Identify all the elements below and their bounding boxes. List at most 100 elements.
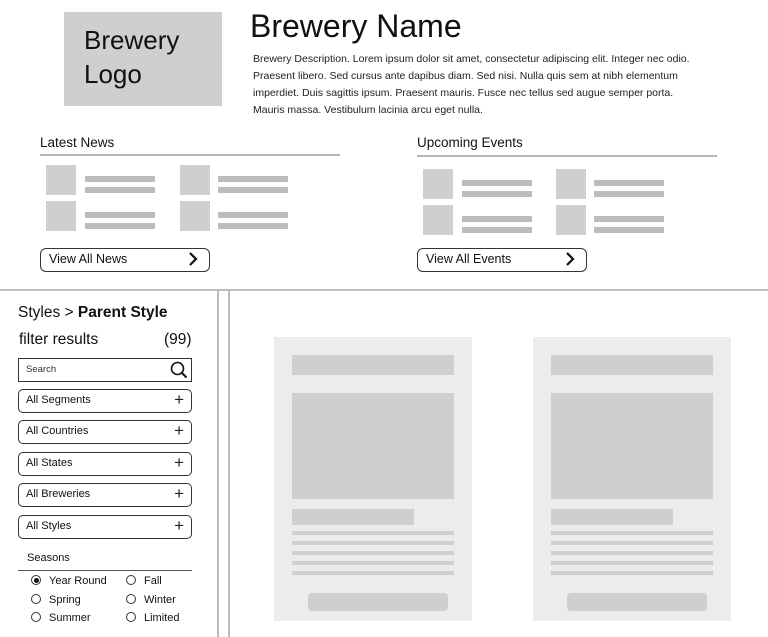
news-item[interactable] xyxy=(46,201,76,231)
card-text-line xyxy=(292,541,454,545)
event-item[interactable] xyxy=(556,169,586,199)
sidebar-divider xyxy=(217,291,219,637)
dropdown-label: All Segments xyxy=(26,394,91,406)
card-image-placeholder xyxy=(292,393,454,499)
radio-empty-icon xyxy=(31,594,41,604)
season-radio-fall[interactable]: Fall xyxy=(126,574,162,588)
chevron-right-icon xyxy=(189,252,198,266)
card-title-placeholder xyxy=(292,355,454,375)
event-text-line xyxy=(462,180,532,186)
season-label: Fall xyxy=(144,575,162,587)
news-text-line xyxy=(218,187,288,193)
card-text-line xyxy=(292,571,454,575)
event-item[interactable] xyxy=(423,169,453,199)
filter-results-label: filter results xyxy=(19,331,99,348)
season-label: Year Round xyxy=(49,575,107,587)
season-radio-spring[interactable]: Spring xyxy=(31,593,81,607)
breadcrumb: Styles > Parent Style xyxy=(18,304,168,322)
news-text-line xyxy=(85,223,155,229)
event-text-line xyxy=(594,191,664,197)
brewery-logo: Brewery Logo xyxy=(64,12,222,106)
beer-card[interactable] xyxy=(274,337,472,621)
breadcrumb-separator: > xyxy=(64,304,74,321)
radio-empty-icon xyxy=(126,612,136,622)
search-input[interactable] xyxy=(19,359,159,380)
segments-dropdown[interactable]: All Segments + xyxy=(18,389,192,413)
news-text-line xyxy=(218,223,288,229)
news-thumbnail xyxy=(180,201,210,231)
plus-icon: + xyxy=(174,390,184,409)
news-thumbnail xyxy=(46,165,76,195)
card-text-line xyxy=(292,561,454,565)
dropdown-label: All Countries xyxy=(26,425,89,437)
card-text-line xyxy=(551,561,713,565)
event-text-line xyxy=(462,191,532,197)
latest-news-title: Latest News xyxy=(40,135,115,150)
sidebar-divider xyxy=(228,291,230,637)
card-title-placeholder xyxy=(551,355,713,375)
beer-card[interactable] xyxy=(533,337,731,621)
season-radio-winter[interactable]: Winter xyxy=(126,593,176,607)
card-text-line xyxy=(551,541,713,545)
card-button-placeholder[interactable] xyxy=(308,593,448,611)
dropdown-label: All Breweries xyxy=(26,488,91,500)
event-thumbnail xyxy=(556,169,586,199)
view-all-events-label: View All Events xyxy=(426,252,512,266)
season-label: Limited xyxy=(144,612,180,624)
dropdown-label: All Styles xyxy=(26,520,72,532)
season-radio-year-round[interactable]: Year Round xyxy=(31,574,107,588)
upcoming-events-rule xyxy=(417,155,717,157)
styles-dropdown[interactable]: All Styles + xyxy=(18,515,192,539)
card-image-placeholder xyxy=(551,393,713,499)
dropdown-label: All States xyxy=(26,457,73,469)
news-item[interactable] xyxy=(180,165,210,195)
event-item[interactable] xyxy=(556,205,586,235)
view-all-news-button[interactable]: View All News xyxy=(40,248,210,272)
news-text-line xyxy=(218,176,288,182)
states-dropdown[interactable]: All States + xyxy=(18,452,192,476)
season-radio-summer[interactable]: Summer xyxy=(31,611,91,625)
event-item[interactable] xyxy=(423,205,453,235)
brewery-name: Brewery Name xyxy=(250,8,462,44)
countries-dropdown[interactable]: All Countries + xyxy=(18,420,192,444)
card-text-line xyxy=(292,551,454,555)
section-divider xyxy=(0,289,768,291)
news-thumbnail xyxy=(46,201,76,231)
event-text-line xyxy=(594,216,664,222)
search-box[interactable] xyxy=(18,358,192,382)
radio-selected-icon xyxy=(31,575,41,585)
latest-news-rule xyxy=(40,154,340,156)
breadcrumb-current: Parent Style xyxy=(77,304,168,321)
season-radio-limited[interactable]: Limited xyxy=(126,611,179,625)
event-text-line xyxy=(462,227,532,233)
card-text-line xyxy=(551,551,713,555)
breadcrumb-root-link[interactable]: Styles xyxy=(18,304,60,321)
event-text-line xyxy=(594,227,664,233)
plus-icon: + xyxy=(174,453,184,472)
season-label: Summer xyxy=(49,612,91,624)
search-icon[interactable] xyxy=(170,361,188,379)
event-thumbnail xyxy=(423,169,453,199)
event-text-line xyxy=(594,180,664,186)
season-label: Winter xyxy=(144,594,176,606)
event-thumbnail xyxy=(556,205,586,235)
card-text-line xyxy=(551,531,713,535)
news-text-line xyxy=(218,212,288,218)
news-item[interactable] xyxy=(46,165,76,195)
logo-text-line1: Brewery xyxy=(84,25,180,55)
breweries-dropdown[interactable]: All Breweries + xyxy=(18,483,192,507)
news-item[interactable] xyxy=(180,201,210,231)
news-text-line xyxy=(85,187,155,193)
seasons-label: Seasons xyxy=(27,552,70,564)
logo-text-line2: Logo xyxy=(84,59,142,89)
radio-empty-icon xyxy=(126,594,136,604)
seasons-rule xyxy=(18,570,192,571)
card-button-placeholder[interactable] xyxy=(567,593,707,611)
card-subtitle-placeholder xyxy=(551,509,673,525)
plus-icon: + xyxy=(174,484,184,503)
view-all-events-button[interactable]: View All Events xyxy=(417,248,587,272)
event-text-line xyxy=(462,216,532,222)
chevron-right-icon xyxy=(566,252,575,266)
filter-results-count: (99) xyxy=(164,331,192,348)
season-label: Spring xyxy=(49,594,81,606)
